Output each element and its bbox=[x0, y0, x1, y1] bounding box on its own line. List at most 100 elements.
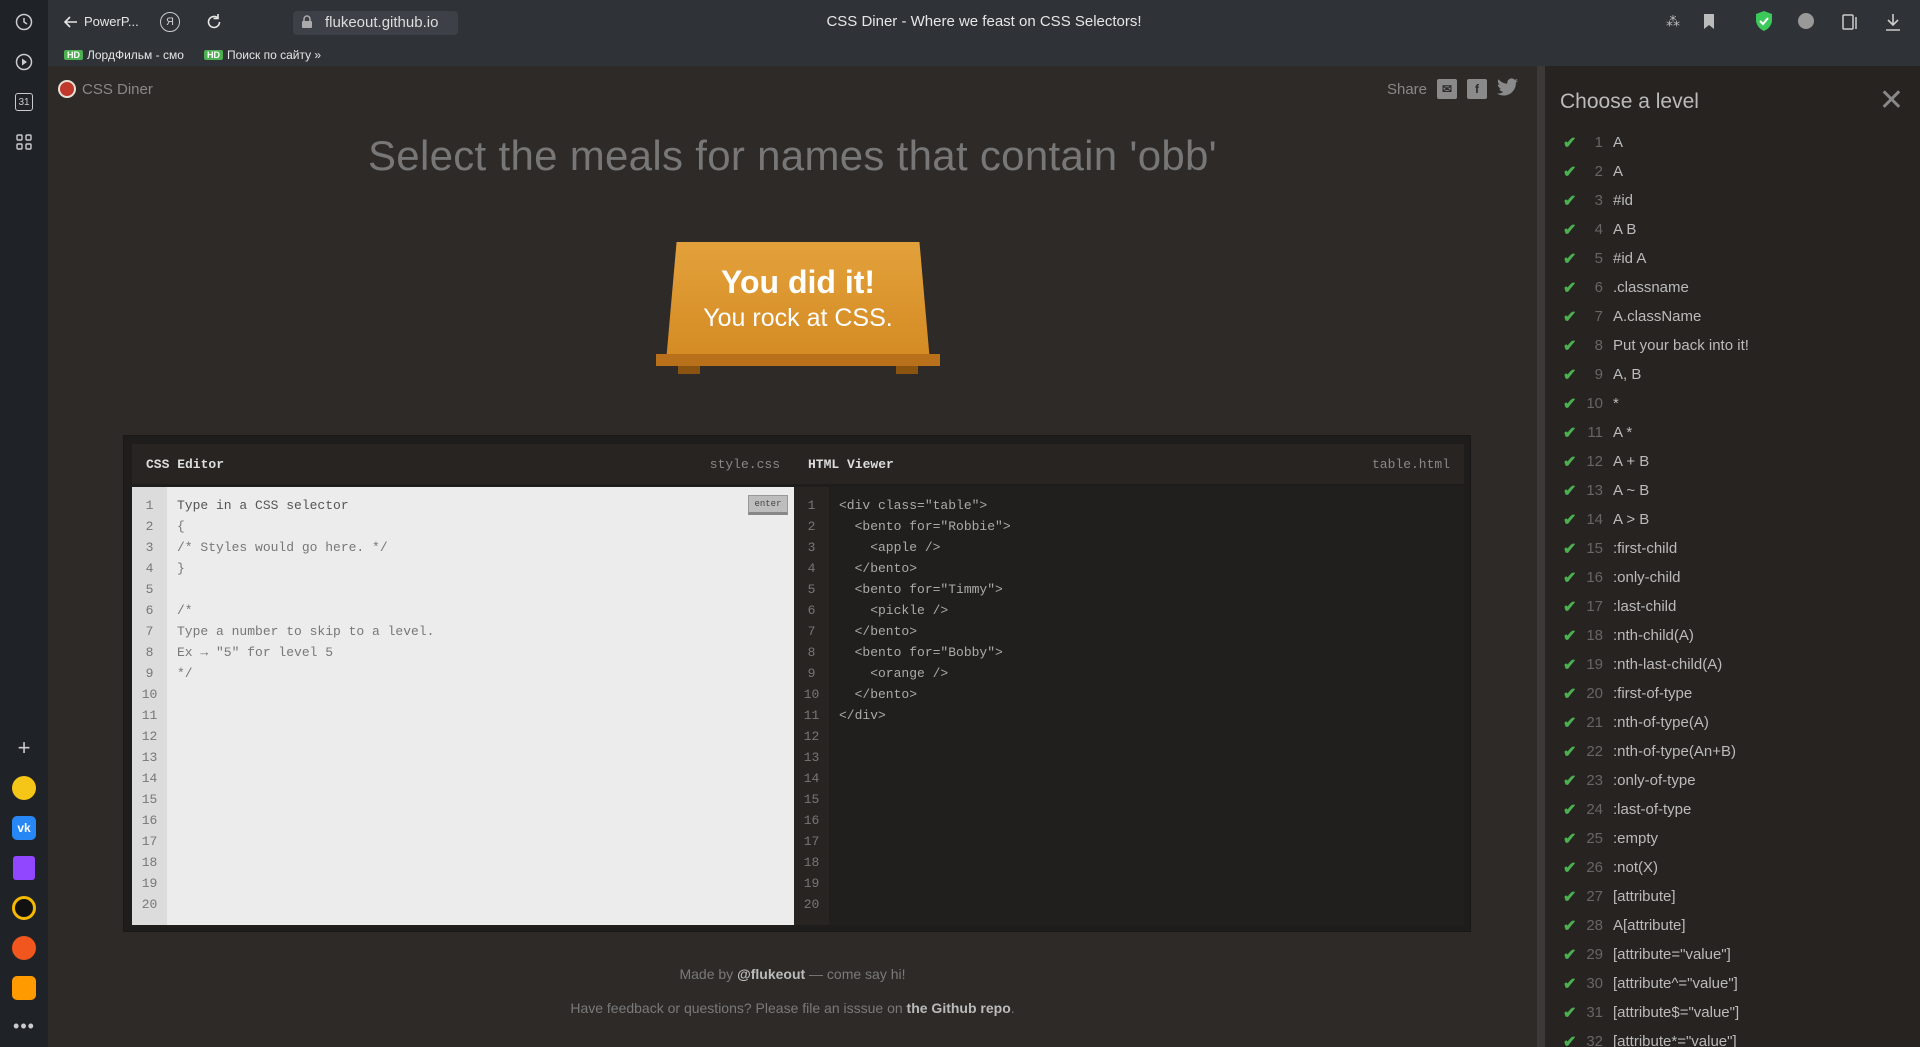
apps-grid-icon[interactable] bbox=[10, 128, 38, 156]
tab-title[interactable]: PowerP... bbox=[84, 14, 139, 29]
level-item[interactable]: ✔ 17:last-child bbox=[1563, 592, 1903, 621]
reload-icon[interactable] bbox=[204, 12, 224, 37]
sun-app-icon[interactable] bbox=[10, 894, 38, 922]
css-code[interactable]: Type in a CSS selector {/* Styles would g… bbox=[167, 487, 794, 925]
close-icon[interactable]: ✕ bbox=[1879, 86, 1904, 116]
level-item[interactable]: ✔ 20:first-of-type bbox=[1563, 679, 1903, 708]
level-number: 4 bbox=[1594, 221, 1603, 238]
level-item[interactable]: ✔ 29 [attribute="value"] bbox=[1563, 940, 1903, 969]
level-name: A + B bbox=[1613, 453, 1650, 470]
line-number: 8 bbox=[807, 645, 816, 660]
level-item[interactable]: ✔ 18:nth-child(A) bbox=[1563, 621, 1903, 650]
level-item[interactable]: ✔ 21:nth-of-type(A) bbox=[1563, 708, 1903, 737]
level-number: 26 bbox=[1586, 859, 1603, 876]
line-number: 14 bbox=[803, 771, 820, 786]
level-name: [attribute] bbox=[1613, 888, 1676, 905]
checkmark-icon: ✔ bbox=[1563, 888, 1577, 906]
play-icon[interactable] bbox=[10, 48, 38, 76]
add-icon[interactable]: + bbox=[10, 734, 38, 762]
css-editor: CSS Editor style.css 1 2 3 4 5 6 7 8 9 10 11 12 13 14… bbox=[132, 444, 794, 925]
level-item[interactable]: ✔ 27 [attribute] bbox=[1563, 882, 1903, 911]
line-number: 10 bbox=[803, 687, 820, 702]
history-icon[interactable] bbox=[10, 8, 38, 36]
checkmark-icon: ✔ bbox=[1563, 279, 1577, 297]
code-line: <div class="table"> bbox=[839, 498, 988, 513]
css-input-area[interactable]: 1 2 3 4 5 6 7 8 9 10 11 12 13 14 15 16 17 18 19 20 Type in … bbox=[132, 487, 794, 925]
level-item[interactable]: ✔ 30 [attribute^="value"] bbox=[1563, 969, 1903, 998]
level-name: :only-child bbox=[1613, 569, 1681, 586]
download-icon[interactable] bbox=[1884, 12, 1902, 37]
line-number: 2 bbox=[145, 519, 154, 534]
level-number: 7 bbox=[1594, 308, 1603, 325]
bookmark-search[interactable]: HD Поиск по сайту » bbox=[204, 48, 321, 62]
editor-panel: CSS Editor style.css 1 2 3 4 5 6 7 8 9 10 11 12 13 14… bbox=[123, 435, 1471, 932]
level-item[interactable]: ✔ 12 A + B bbox=[1563, 447, 1903, 476]
level-item[interactable]: ✔ 11 A * bbox=[1563, 418, 1903, 447]
twitter-icon[interactable] bbox=[1497, 78, 1519, 100]
address-bar[interactable]: flukeout.github.io bbox=[293, 11, 458, 35]
yandex-icon[interactable]: Я bbox=[160, 12, 180, 32]
more-icon[interactable]: ••• bbox=[10, 1012, 38, 1040]
checkmark-icon: ✔ bbox=[1563, 917, 1577, 935]
level-item[interactable]: ✔ 13 A ~ B bbox=[1563, 476, 1903, 505]
css-diner-page: CSS Diner Share ✉ f Select the meals for… bbox=[48, 66, 1537, 1047]
email-icon[interactable]: ✉ bbox=[1437, 79, 1457, 99]
level-item[interactable]: ✔ 15:first-child bbox=[1563, 534, 1903, 563]
level-item[interactable]: ✔ 14 A > B bbox=[1563, 505, 1903, 534]
panel-divider[interactable] bbox=[1537, 66, 1545, 1047]
level-item[interactable]: ✔ 25:empty bbox=[1563, 824, 1903, 853]
logo[interactable]: CSS Diner bbox=[58, 80, 153, 98]
checkmark-icon: ✔ bbox=[1563, 337, 1577, 355]
level-item[interactable]: ✔ 32 [attribute*="value"] bbox=[1563, 1027, 1903, 1047]
level-item[interactable]: ✔ 22:nth-of-type(An+B) bbox=[1563, 737, 1903, 766]
extension-icon[interactable] bbox=[1798, 13, 1814, 29]
level-item[interactable]: ✔ 2 A bbox=[1563, 157, 1903, 186]
facebook-icon[interactable]: f bbox=[1467, 79, 1487, 99]
level-name: A[attribute] bbox=[1613, 917, 1686, 934]
level-name: A, B bbox=[1613, 366, 1642, 383]
author-link[interactable]: @flukeout bbox=[737, 966, 805, 982]
burst-app-icon[interactable] bbox=[10, 934, 38, 962]
level-item[interactable]: ✔ 3 #id bbox=[1563, 186, 1903, 215]
checkmark-icon: ✔ bbox=[1563, 366, 1577, 384]
bookmark-icon[interactable] bbox=[1702, 13, 1716, 36]
checkmark-icon: ✔ bbox=[1563, 511, 1577, 529]
code-line: Type in a CSS selector bbox=[177, 498, 349, 513]
calendar-icon[interactable]: 31 bbox=[10, 88, 38, 116]
level-name: .classname bbox=[1613, 279, 1689, 296]
level-item[interactable]: ✔ 16:only-child bbox=[1563, 563, 1903, 592]
level-name: A bbox=[1613, 163, 1624, 180]
level-item[interactable]: ✔ 19:nth-last-child(A) bbox=[1563, 650, 1903, 679]
level-item[interactable]: ✔ 9 A, B bbox=[1563, 360, 1903, 389]
level-item[interactable]: ✔ 6 .classname bbox=[1563, 273, 1903, 302]
level-number: 6 bbox=[1594, 279, 1603, 296]
bookmark-lordfilm[interactable]: HD ЛордФильм - смо bbox=[64, 48, 184, 62]
yandex-market-icon[interactable] bbox=[10, 774, 38, 802]
html-code[interactable]: <div class="table"> <bento for="Robbie">… bbox=[829, 487, 1464, 925]
level-item[interactable]: ✔ 7 A.className bbox=[1563, 302, 1903, 331]
level-item[interactable]: ✔ 10 * bbox=[1563, 389, 1903, 418]
enter-button[interactable]: enter bbox=[748, 495, 788, 515]
mail-app-icon[interactable] bbox=[10, 974, 38, 1002]
github-repo-link[interactable]: the Github repo bbox=[907, 1000, 1011, 1016]
level-item[interactable]: ✔ 5 #id A bbox=[1563, 244, 1903, 273]
level-item[interactable]: ✔ 23:only-of-type bbox=[1563, 766, 1903, 795]
back-icon[interactable] bbox=[62, 13, 80, 36]
translate-icon[interactable]: ⁂ bbox=[1666, 13, 1680, 30]
shield-icon[interactable] bbox=[1754, 10, 1774, 37]
twitch-icon[interactable] bbox=[10, 854, 38, 882]
share-bar: Share ✉ f bbox=[1387, 78, 1519, 100]
level-item[interactable]: ✔ 4 A B bbox=[1563, 215, 1903, 244]
level-item[interactable]: ✔ 8 Put your back into it! bbox=[1563, 331, 1903, 360]
level-item[interactable]: ✔ 26:not(X) bbox=[1563, 853, 1903, 882]
level-item[interactable]: ✔ 24:last-of-type bbox=[1563, 795, 1903, 824]
vk-icon[interactable]: vk bbox=[10, 814, 38, 842]
html-viewer: HTML Viewer table.html 1 2 3 4 5 6 7 8 9 10 11 12 13… bbox=[794, 444, 1464, 925]
level-item[interactable]: ✔ 28 A[attribute] bbox=[1563, 911, 1903, 940]
level-item[interactable]: ✔ 1 A bbox=[1563, 128, 1903, 157]
collections-icon[interactable] bbox=[1840, 12, 1860, 37]
level-item[interactable]: ✔ 31 [attribute$="value"] bbox=[1563, 998, 1903, 1027]
